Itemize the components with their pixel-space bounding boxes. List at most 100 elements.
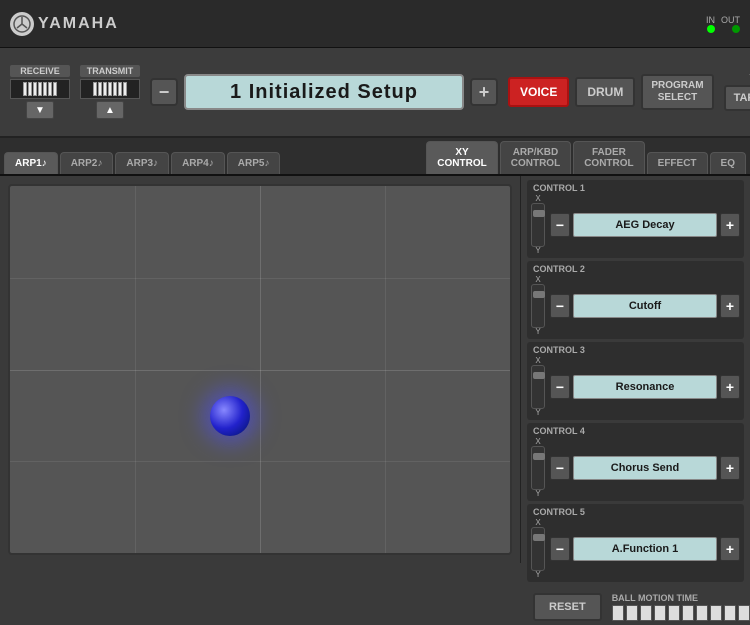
tab-arp-kbd-control[interactable]: ARP/KBDCONTROL <box>500 141 571 174</box>
preset-area: − 1 Initialized Setup + <box>150 74 498 110</box>
tab-xy-control[interactable]: XYCONTROL <box>426 141 497 174</box>
tab-arp4[interactable]: ARP4♪ <box>171 152 225 174</box>
control-plus-1[interactable]: + <box>720 213 740 237</box>
receive-block: RECEIVE ▼ <box>10 65 70 119</box>
x-slider-2[interactable] <box>531 284 545 328</box>
control-row-5: X Y − A.Function 1 + <box>531 519 740 579</box>
motion-segment-9 <box>724 605 736 621</box>
bottom-bar: RESET BALL MOTION TIME <box>527 589 744 625</box>
control-label-3: CONTROL 3 <box>531 345 740 355</box>
motion-segment-7 <box>696 605 708 621</box>
xy-pad-container <box>0 176 520 563</box>
control-plus-3[interactable]: + <box>720 375 740 399</box>
control-block-1: CONTROL 1 X Y − AEG Decay + <box>527 180 744 258</box>
control-minus-1[interactable]: − <box>550 213 570 237</box>
transmit-label: TRANSMIT <box>80 65 140 77</box>
control-label-5: CONTROL 5 <box>531 507 740 517</box>
xy-grid-v2 <box>135 186 136 553</box>
control-plus-2[interactable]: + <box>720 294 740 318</box>
ball-motion-label: BALL MOTION TIME <box>612 593 750 603</box>
tab-effect[interactable]: EFFECT <box>647 152 708 174</box>
tab-arp3[interactable]: ARP3♪ <box>115 152 169 174</box>
mode-area: VOICE DRUM PROGRAM SELECT <box>508 74 714 110</box>
control-row-2: X Y − Cutoff + <box>531 276 740 336</box>
x-slider-5[interactable] <box>531 527 545 571</box>
preset-prev-button[interactable]: − <box>150 78 178 106</box>
out-label: OUT <box>721 15 740 25</box>
drum-button[interactable]: DRUM <box>575 77 635 107</box>
control-block-5: CONTROL 5 X Y − A.Function 1 + <box>527 504 744 582</box>
yamaha-circle-icon <box>10 12 34 36</box>
control-minus-4[interactable]: − <box>550 456 570 480</box>
motion-segment-6 <box>682 605 694 621</box>
motion-segment-4 <box>654 605 666 621</box>
motion-segment-10 <box>738 605 750 621</box>
control-plus-4[interactable]: + <box>720 456 740 480</box>
tab-arp1[interactable]: ARP1♪ <box>4 152 58 174</box>
io-indicators: IN OUT <box>706 15 740 33</box>
control-block-4: CONTROL 4 X Y − Chorus Send + <box>527 423 744 501</box>
reset-button[interactable]: RESET <box>533 593 602 621</box>
tabs-row: ARP1♪ ARP2♪ ARP3♪ ARP4♪ ARP5♪ XYCONTROL … <box>0 138 750 176</box>
x-slider-4[interactable] <box>531 446 545 490</box>
control-row-4: X Y − Chorus Send + <box>531 438 740 498</box>
control-plus-5[interactable]: + <box>720 537 740 561</box>
receive-label: RECEIVE <box>10 65 70 77</box>
control-label-1: CONTROL 1 <box>531 183 740 193</box>
x-slider-3[interactable] <box>531 365 545 409</box>
control-value-3: Resonance <box>573 375 717 399</box>
xy-slider-1: X Y <box>531 195 545 255</box>
xy-slider-2: X Y <box>531 276 545 336</box>
out-led <box>732 25 740 33</box>
voice-button[interactable]: VOICE <box>508 77 569 107</box>
x-slider-1[interactable] <box>531 203 545 247</box>
yamaha-logo: YAMAHA <box>10 12 119 36</box>
control-minus-3[interactable]: − <box>550 375 570 399</box>
tab-arp2[interactable]: ARP2♪ <box>60 152 114 174</box>
header-bar: YAMAHA IN OUT <box>0 0 750 48</box>
preset-next-button[interactable]: + <box>470 78 498 106</box>
right-panel: CONTROL 1 X Y − AEG Decay + CONTROL 2 X <box>520 176 750 563</box>
xy-pad[interactable] <box>8 184 512 555</box>
tab-eq[interactable]: EQ <box>710 152 746 174</box>
control-minus-2[interactable]: − <box>550 294 570 318</box>
xy-ball[interactable] <box>210 396 250 436</box>
tab-arp5[interactable]: ARP5♪ <box>227 152 281 174</box>
transmit-up-arrow[interactable]: ▲ <box>96 101 124 119</box>
x-slider-thumb-3 <box>533 372 545 379</box>
x-slider-thumb-4 <box>533 453 545 460</box>
motion-segment-8 <box>710 605 722 621</box>
ball-motion-area: BALL MOTION TIME <box>612 593 750 621</box>
control-value-1: AEG Decay <box>573 213 717 237</box>
xy-slider-3: X Y <box>531 357 545 417</box>
motion-segment-2 <box>626 605 638 621</box>
control-rows: CONTROL 1 X Y − AEG Decay + CONTROL 2 X <box>527 180 744 585</box>
transmit-block: TRANSMIT ▲ <box>80 65 140 119</box>
control-value-4: Chorus Send <box>573 456 717 480</box>
x-slider-thumb-5 <box>533 534 545 541</box>
receive-keyboard-icon <box>10 79 70 99</box>
control-block-3: CONTROL 3 X Y − Resonance + <box>527 342 744 420</box>
in-label: IN <box>706 15 715 25</box>
receive-down-arrow[interactable]: ▼ <box>26 101 54 119</box>
motion-segment-1 <box>612 605 624 621</box>
control-value-5: A.Function 1 <box>573 537 717 561</box>
main-content: CONTROL 1 X Y − AEG Decay + CONTROL 2 X <box>0 176 750 563</box>
control-label-2: CONTROL 2 <box>531 264 740 274</box>
tap-button[interactable]: TAP <box>724 85 750 111</box>
motion-bar <box>612 605 750 621</box>
xy-slider-4: X Y <box>531 438 545 498</box>
x-slider-thumb-1 <box>533 210 545 217</box>
xy-grid-v3 <box>385 186 386 553</box>
control-row-3: X Y − Resonance + <box>531 357 740 417</box>
controls-row: RECEIVE ▼ TRANSMIT ▲ − 1 Initialized Set… <box>0 48 750 138</box>
tempo-area: TEMPO TAP 90 <box>724 73 750 112</box>
control-value-2: Cutoff <box>573 294 717 318</box>
program-select-button[interactable]: PROGRAM SELECT <box>641 74 713 110</box>
xy-slider-5: X Y <box>531 519 545 579</box>
x-slider-thumb-2 <box>533 291 545 298</box>
tab-fader-control[interactable]: FADERCONTROL <box>573 141 644 174</box>
control-minus-5[interactable]: − <box>550 537 570 561</box>
xy-grid-vertical <box>260 186 261 553</box>
control-block-2: CONTROL 2 X Y − Cutoff + <box>527 261 744 339</box>
